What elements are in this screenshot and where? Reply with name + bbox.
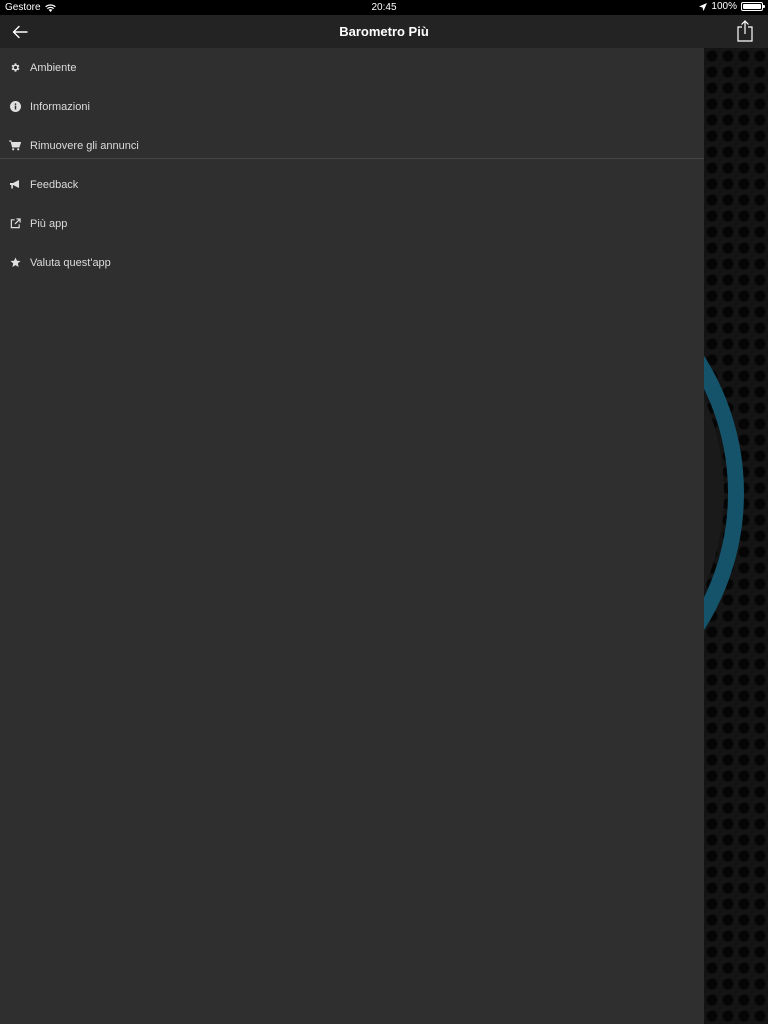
share-icon [737, 20, 753, 42]
menu-item-piu-app[interactable]: Più app [0, 204, 704, 243]
status-bar: Gestore 20:45 100% [0, 0, 768, 15]
menu-item-rimuovere-annunci[interactable]: Rimuovere gli annunci [0, 126, 704, 165]
menu-item-label: Valuta quest'app [30, 256, 111, 269]
cart-icon [9, 140, 21, 152]
menu-item-ambiente[interactable]: Ambiente [0, 48, 704, 87]
menu-item-label: Feedback [30, 178, 79, 191]
side-menu: Ambiente Informazioni Rimuovere gli annu… [0, 48, 704, 1024]
share-button[interactable] [736, 20, 754, 42]
menu-item-label: Ambiente [30, 61, 77, 74]
menu-item-label: Informazioni [30, 100, 90, 113]
background-barometer-view[interactable] [704, 48, 768, 1024]
menu-item-informazioni[interactable]: Informazioni [0, 87, 704, 126]
navigation-bar: Barometro Più [0, 15, 768, 48]
battery-percent: 100% [711, 1, 737, 12]
menu-item-feedback[interactable]: Feedback [0, 165, 704, 204]
menu-item-valuta-app[interactable]: Valuta quest'app [0, 243, 704, 282]
page-title: Barometro Più [339, 24, 429, 39]
status-right: 100% [699, 1, 765, 12]
info-icon [9, 101, 21, 113]
status-time: 20:45 [371, 2, 397, 13]
battery-icon [741, 2, 765, 11]
external-link-icon [9, 218, 21, 230]
gauge-ring [704, 238, 744, 748]
battery-fill [743, 4, 761, 9]
menu-divider [0, 158, 704, 159]
menu-item-label: Rimuovere gli annunci [30, 139, 139, 152]
location-arrow-icon [699, 2, 708, 11]
menu-item-label: Più app [30, 217, 68, 230]
gear-icon [9, 62, 21, 74]
star-icon [9, 257, 21, 269]
megaphone-icon [9, 179, 21, 191]
